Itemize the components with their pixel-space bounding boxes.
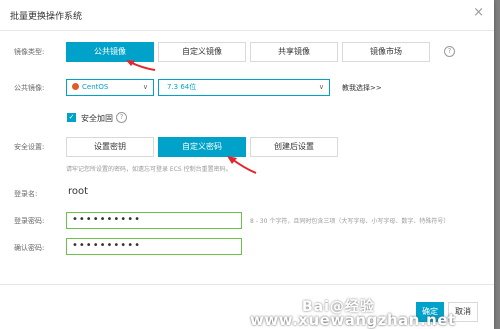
version-select-value: 7.3 64位 xyxy=(167,83,197,91)
password-rule-hint: 8 - 30 个字符，且同时包含三项（大写字母、小写字母、数字、特殊符号） xyxy=(250,218,450,225)
change-os-dialog: 批量更换操作系统 × 镜像类型: 公共镜像 自定义镜像 共享镜像 镜像市场 ? … xyxy=(0,0,494,329)
login-name-label: 登录名: xyxy=(14,190,38,198)
security-option-keypair[interactable]: 设置密钥 xyxy=(66,137,154,157)
dialog-title: 批量更换操作系统 xyxy=(10,12,83,22)
security-hardening-checkbox[interactable]: ✓ xyxy=(67,113,76,122)
help-me-choose-link[interactable]: 教我选择>> xyxy=(342,83,382,93)
security-hint: 请牢记您所设置的密码，如遗忘可登录 ECS 控制台重置密码。 xyxy=(66,166,232,173)
annotation-arrow-2 xyxy=(227,156,257,174)
image-type-shared[interactable]: 共享镜像 xyxy=(250,42,338,62)
centos-icon xyxy=(72,83,79,90)
confirm-password-label: 确认密码: xyxy=(14,244,45,252)
login-password-field[interactable]: •••••••••• xyxy=(66,212,242,229)
os-select[interactable]: CentOS ∨ xyxy=(66,79,154,96)
os-select-value: CentOS xyxy=(82,83,109,91)
image-type-label: 镜像类型: xyxy=(14,48,45,56)
chevron-down-icon: ∨ xyxy=(318,83,324,91)
version-select[interactable]: 7.3 64位 ∨ xyxy=(158,79,330,96)
help-icon[interactable]: ? xyxy=(444,46,455,57)
watermark-url: www.xuewangzhan.net xyxy=(250,311,456,329)
close-icon[interactable]: × xyxy=(473,6,484,20)
image-type-market[interactable]: 镜像市场 xyxy=(342,42,430,62)
chevron-down-icon: ∨ xyxy=(142,83,148,91)
dialog-footer-divider xyxy=(0,284,494,285)
help-icon[interactable]: ? xyxy=(116,112,127,123)
security-settings-label: 安全设置: xyxy=(14,143,45,151)
security-hardening-label: 安全加固 xyxy=(81,114,113,123)
login-password-label: 登录密码: xyxy=(14,217,45,225)
confirm-password-field[interactable]: •••••••••• xyxy=(66,238,242,255)
annotation-arrow-1 xyxy=(126,60,156,71)
image-type-custom[interactable]: 自定义镜像 xyxy=(158,42,246,62)
dialog-titlebar: 批量更换操作系统 × xyxy=(0,0,494,31)
login-name-value: root xyxy=(68,186,89,197)
public-image-label: 公共镜像: xyxy=(14,84,45,92)
security-option-set-later[interactable]: 创建后设置 xyxy=(250,137,338,157)
